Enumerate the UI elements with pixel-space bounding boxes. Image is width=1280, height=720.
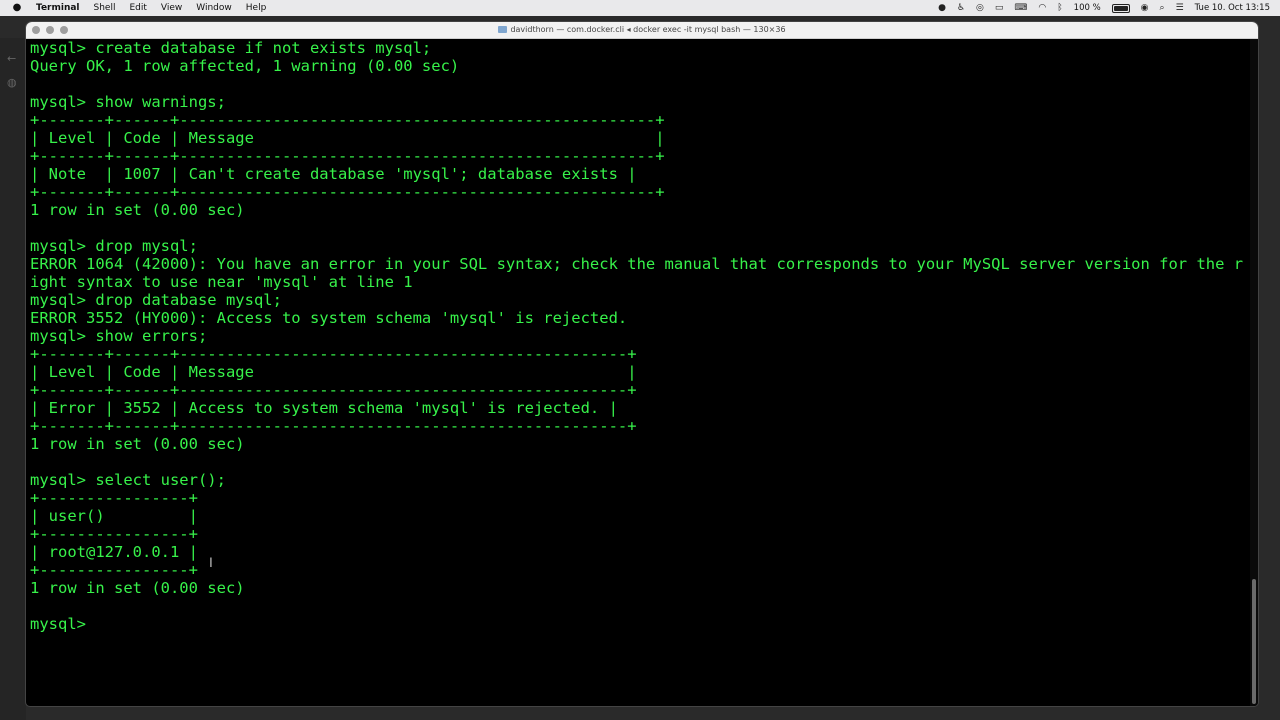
- text-cursor-icon: Ⅰ: [209, 556, 213, 571]
- terminal-line: mysql> drop mysql;: [30, 237, 198, 255]
- terminal-line: +-------+------+------------------------…: [30, 417, 637, 435]
- terminal-line: +-------+------+------------------------…: [30, 147, 665, 165]
- terminal-line: +-------+------+------------------------…: [30, 345, 637, 363]
- terminal-window: davidthorn — com.docker.cli ◂ docker exe…: [26, 22, 1258, 706]
- terminal-line: mysql>: [30, 615, 96, 633]
- terminal-line: +----------------+: [30, 489, 198, 507]
- terminal-line: +----------------+: [30, 525, 198, 543]
- display-icon[interactable]: ▭: [995, 0, 1004, 16]
- user-icon[interactable]: ◉: [1141, 0, 1149, 16]
- terminal-line: mysql> drop database mysql;: [30, 291, 282, 309]
- status-area: ● ♿ ◎ ▭ ⌨ ◠ ᛒ 100 % ◉ ⌕ ☰ Tue 10. Oct 13…: [938, 0, 1270, 16]
- accessibility-icon[interactable]: ♿: [957, 0, 965, 16]
- background-sidebar: ← ◍: [0, 38, 26, 720]
- folder-icon: [498, 26, 508, 33]
- terminal-line: ERROR 3552 (HY000): Access to system sch…: [30, 309, 628, 327]
- apple-icon[interactable]: ●: [10, 0, 24, 16]
- menu-bar: ● Terminal Shell Edit View Window Help ●…: [0, 0, 1280, 16]
- battery-percent: 100 %: [1073, 3, 1101, 13]
- terminal-line: Query OK, 1 row affected, 1 warning (0.0…: [30, 57, 460, 75]
- window-title: davidthorn — com.docker.cli ◂ docker exe…: [26, 22, 1258, 38]
- terminal-line: ight syntax to use near 'mysql' at line …: [30, 273, 413, 291]
- keyboard-icon[interactable]: ⌨: [1014, 0, 1027, 16]
- terminal-line: +-------+------+------------------------…: [30, 111, 665, 129]
- control-center-icon[interactable]: ☰: [1176, 0, 1184, 16]
- back-arrow-icon[interactable]: ←: [7, 52, 16, 65]
- terminal-line: mysql> create database if not exists mys…: [30, 39, 432, 57]
- terminal-output[interactable]: mysql> create database if not exists mys…: [30, 39, 1250, 633]
- terminal-line: | Level | Code | Message |: [30, 363, 637, 381]
- airdrop-icon[interactable]: ◎: [976, 0, 984, 16]
- terminal-line: +----------------+: [30, 561, 198, 579]
- terminal-line: ERROR 1064 (42000): You have an error in…: [30, 255, 1244, 273]
- terminal-titlebar[interactable]: davidthorn — com.docker.cli ◂ docker exe…: [26, 22, 1258, 39]
- terminal-line: 1 row in set (0.00 sec): [30, 579, 245, 597]
- record-icon[interactable]: ●: [938, 0, 946, 16]
- terminal-line: mysql> show errors;: [30, 327, 208, 345]
- wifi-icon[interactable]: ◠: [1038, 0, 1046, 16]
- menu-help[interactable]: Help: [246, 0, 267, 16]
- menu-edit[interactable]: Edit: [129, 0, 146, 16]
- terminal-line: | Error | 3552 | Access to system schema…: [30, 399, 618, 417]
- search-icon[interactable]: ⌕: [1160, 0, 1165, 16]
- terminal-screen[interactable]: mysql> create database if not exists mys…: [30, 39, 1250, 706]
- terminal-line: | root@127.0.0.1 |: [30, 543, 198, 561]
- terminal-line: +-------+------+------------------------…: [30, 381, 637, 399]
- battery-icon[interactable]: [1111, 3, 1130, 13]
- window-title-text: davidthorn — com.docker.cli ◂ docker exe…: [510, 25, 786, 34]
- scrollbar[interactable]: [1250, 39, 1258, 706]
- terminal-line: 1 row in set (0.00 sec): [30, 435, 245, 453]
- terminal-line: | Level | Code | Message |: [30, 129, 665, 147]
- menu-window[interactable]: Window: [196, 0, 232, 16]
- clock[interactable]: Tue 10. Oct 13:15: [1195, 0, 1270, 16]
- bluetooth-icon[interactable]: ᛒ: [1057, 0, 1062, 16]
- terminal-line: | user() |: [30, 507, 198, 525]
- terminal-line: mysql> select user();: [30, 471, 226, 489]
- terminal-line: 1 row in set (0.00 sec): [30, 201, 245, 219]
- terminal-line: | Note | 1007 | Can't create database 'm…: [30, 165, 637, 183]
- menu-terminal[interactable]: Terminal: [36, 0, 80, 16]
- terminal-line: +-------+------+------------------------…: [30, 183, 665, 201]
- menu-view[interactable]: View: [161, 0, 182, 16]
- scrollbar-thumb[interactable]: [1252, 579, 1256, 704]
- chrome-icon[interactable]: ◍: [7, 76, 17, 89]
- terminal-line: mysql> show warnings;: [30, 93, 226, 111]
- menu-shell[interactable]: Shell: [94, 0, 116, 16]
